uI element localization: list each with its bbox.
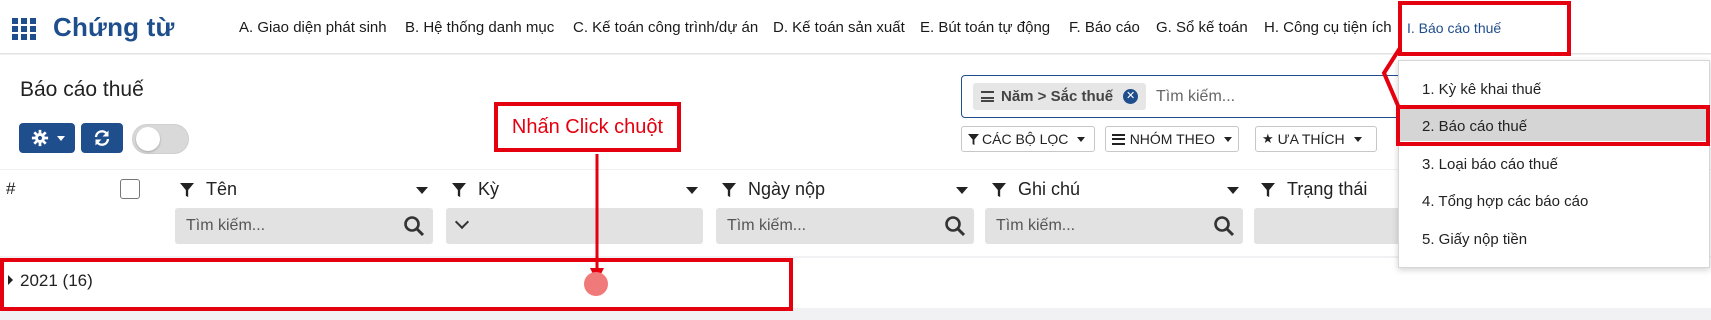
caret-down-icon[interactable] [956, 187, 968, 194]
menu-item-he-thong-danh-muc[interactable]: B. Hệ thống danh mục [405, 19, 554, 36]
column-filter-ghi-chu[interactable]: Tìm kiếm... [985, 208, 1243, 244]
column-header-ten[interactable]: Tên [180, 179, 237, 200]
refresh-button[interactable] [81, 123, 123, 153]
gear-icon [31, 129, 49, 147]
column-title: Trạng thái [1287, 179, 1368, 199]
group-by-dropdown-button[interactable]: NHÓM THEO [1105, 126, 1239, 152]
menu-item-so-ke-toan[interactable]: G. Sổ kế toán [1156, 19, 1248, 36]
refresh-icon [94, 130, 110, 146]
page-title: Báo cáo thuế [20, 78, 144, 101]
filter-icon [722, 182, 736, 197]
annotation-box-menu [1398, 1, 1571, 56]
column-filter-ten[interactable]: Tìm kiếm... [175, 208, 433, 244]
favorites-dropdown-button[interactable]: ★ ƯA THÍCH [1255, 126, 1377, 152]
filter-placeholder: Tìm kiếm... [996, 217, 1076, 234]
column-header-ngay-nop[interactable]: Ngày nộp [722, 179, 825, 200]
search-icon [1214, 216, 1235, 237]
chevron-down-icon [454, 214, 470, 230]
caret-down-icon[interactable] [1227, 187, 1239, 194]
search-icon [945, 216, 966, 237]
click-indicator [584, 272, 608, 296]
column-header-trang-thai[interactable]: Trạng thái [1261, 179, 1367, 200]
menu-item-but-toan-tu-dong[interactable]: E. Bút toán tự động [920, 19, 1050, 36]
group-by-icon [1112, 133, 1125, 145]
column-filter-trang-thai[interactable] [1254, 208, 1404, 244]
filter-placeholder: Tìm kiếm... [727, 217, 807, 234]
menu-item-ke-toan-san-xuat[interactable]: D. Kế toán sản xuất [773, 19, 905, 36]
menu-item-giao-dien-phat-sinh[interactable]: A. Giao diện phát sinh [239, 19, 387, 36]
search-facet-label: Năm > Sắc thuế [1001, 88, 1114, 105]
caret-down-icon [1077, 136, 1086, 142]
group-by-lines-icon [981, 91, 994, 102]
filter-icon [452, 182, 466, 197]
annotation-box-dropdown-item [1396, 105, 1710, 146]
filter-icon [1261, 182, 1275, 197]
annotation-callout: Nhấn Click chuột [494, 102, 681, 152]
group-by-label: NHÓM THEO [1129, 131, 1215, 147]
dropdown-item-giay-nop-tien[interactable]: 5. Giấy nộp tiền [1422, 231, 1527, 248]
caret-down-icon[interactable] [686, 187, 698, 194]
settings-dropdown-button[interactable] [19, 123, 75, 153]
column-header-ky[interactable]: Kỳ [452, 179, 499, 200]
filters-dropdown-button[interactable]: CÁC BỘ LỌC [961, 126, 1095, 152]
column-filter-ngay-nop[interactable]: Tìm kiếm... [716, 208, 974, 244]
search-facet: Năm > Sắc thuế ✕ [973, 83, 1147, 110]
dropdown-item-tong-hop-cac-bao-cao[interactable]: 4. Tổng hợp các báo cáo [1422, 193, 1588, 210]
favorites-label: ƯA THÍCH [1277, 131, 1345, 147]
toggle-knob [136, 127, 160, 151]
column-filter-ky-select[interactable] [446, 208, 703, 244]
column-title: Ngày nộp [748, 179, 826, 199]
filter-placeholder: Tìm kiếm... [186, 217, 266, 234]
column-title: Kỳ [478, 179, 500, 199]
search-input[interactable] [1156, 85, 1386, 109]
caret-down-icon[interactable] [416, 187, 428, 194]
column-title: Ghi chú [1018, 179, 1081, 199]
dropdown-item-ky-ke-khai-thue[interactable]: 1. Kỳ kê khai thuế [1422, 81, 1541, 98]
filter-icon [968, 133, 979, 145]
menu-item-ke-toan-cong-trinh[interactable]: C. Kế toán công trình/dự án [573, 19, 758, 36]
filter-icon [992, 182, 1006, 197]
caret-down-icon [57, 136, 65, 141]
facet-remove-icon[interactable]: ✕ [1123, 89, 1139, 104]
caret-down-icon [1224, 136, 1232, 142]
select-all-checkbox[interactable] [120, 179, 140, 199]
column-header-ghi-chu[interactable]: Ghi chú [992, 179, 1080, 200]
search-box[interactable]: Năm > Sắc thuế ✕ [961, 75, 1401, 118]
star-icon: ★ [1262, 131, 1274, 146]
filters-label: CÁC BỘ LỌC [982, 131, 1069, 147]
toggle-switch[interactable] [132, 124, 189, 154]
column-title: Tên [206, 179, 238, 199]
row-number-header: # [6, 179, 16, 198]
menu-item-bao-cao[interactable]: F. Báo cáo [1069, 19, 1140, 36]
bao-cao-thue-dropdown-menu: 1. Kỳ kê khai thuế 2. Báo cáo thuế 3. Lo… [1398, 60, 1710, 268]
menu-item-cong-cu-tien-ich[interactable]: H. Công cụ tiện ích [1264, 19, 1392, 36]
dropdown-item-loai-bao-cao-thue[interactable]: 3. Loại báo cáo thuế [1422, 156, 1558, 173]
apps-grid-icon[interactable] [12, 18, 36, 40]
caret-down-icon [1353, 136, 1362, 142]
annotation-box-group-row [0, 258, 793, 311]
filter-icon [180, 182, 194, 197]
app-brand-title[interactable]: Chứng từ [53, 12, 175, 43]
search-icon [404, 216, 425, 237]
